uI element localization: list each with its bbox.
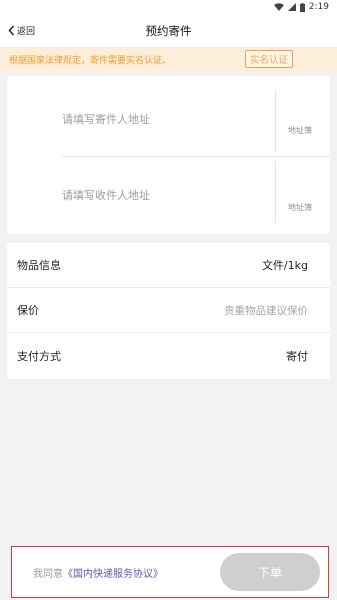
sender-address-placeholder[interactable]: 请填写寄件人地址 (62, 111, 150, 127)
item-info-value: 文件/1kg (261, 259, 308, 272)
payment-method-row[interactable]: 支付方式 寄付 (7, 333, 330, 378)
place-order-button[interactable]: 下单 (220, 553, 320, 591)
payment-method-value: 寄付 (286, 349, 308, 363)
divider (275, 90, 276, 152)
chevron-left-icon (8, 25, 15, 36)
receiver-address-placeholder[interactable]: 请填写收件人地址 (62, 187, 150, 203)
agreement-link[interactable]: 《国内快递服务协议》 (63, 569, 163, 580)
signal-icon (287, 3, 296, 11)
item-info-row[interactable]: 物品信息 文件/1kg (7, 243, 330, 288)
real-name-notice: 根据国家法律规定，寄件需要实名认证。 实名认证 (0, 47, 337, 71)
payment-method-label: 支付方式 (17, 349, 61, 363)
page-title: 预约寄件 (145, 23, 192, 38)
insurance-row[interactable]: 保价 贵重物品建议保价 (7, 288, 330, 333)
sender-address-row[interactable]: 请填写寄件人地址 地址簿 (7, 76, 330, 154)
insurance-label: 保价 (17, 304, 39, 317)
divider (275, 161, 276, 223)
address-card: 请填写寄件人地址 地址簿 请填写收件人地址 地址簿 (7, 76, 330, 234)
status-time: 2:19 (308, 2, 329, 12)
back-label: 返回 (17, 27, 36, 37)
item-info-label: 物品信息 (17, 259, 61, 272)
shipment-info-card: 物品信息 文件/1kg 保价 贵重物品建议保价 支付方式 寄付 (7, 243, 330, 379)
wifi-icon (273, 3, 284, 11)
receiver-address-book-button[interactable]: 地址簿 (288, 202, 312, 213)
status-bar: 2:19 (0, 0, 337, 14)
sender-address-book-button[interactable]: 地址簿 (288, 125, 312, 136)
receiver-address-row[interactable]: 请填写收件人地址 地址簿 (7, 156, 330, 234)
back-button[interactable]: 返回 (8, 14, 35, 47)
order-footer: 我同意《国内快递服务协议》 下单 (11, 546, 329, 598)
agreement-text: 我同意《国内快递服务协议》 (33, 565, 163, 580)
battery-icon (299, 2, 305, 12)
agreement-prefix: 我同意 (33, 568, 63, 580)
real-name-verify-button[interactable]: 实名认证 (244, 50, 293, 68)
notice-text: 根据国家法律规定，寄件需要实名认证。 (9, 55, 172, 66)
title-bar: 返回 预约寄件 (0, 14, 337, 47)
insurance-value: 贵重物品建议保价 (224, 304, 308, 317)
